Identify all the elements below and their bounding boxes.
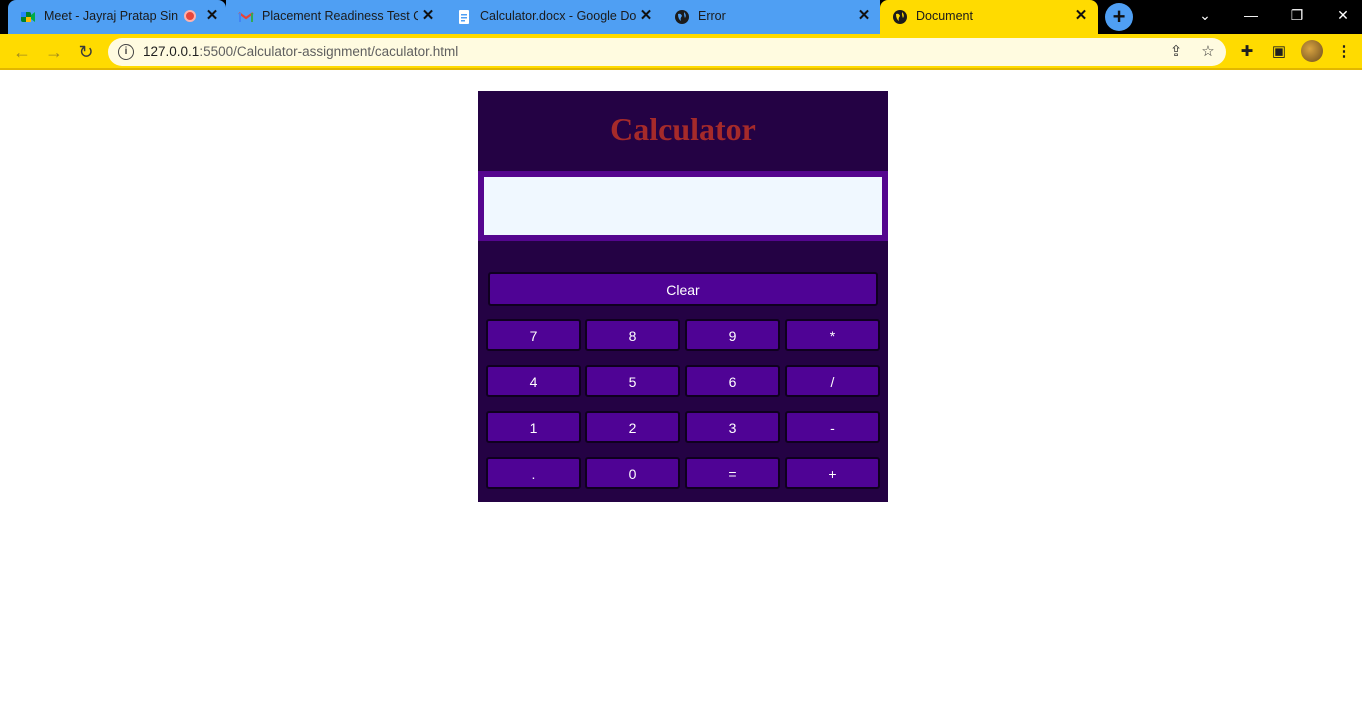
side-panel-icon[interactable]: ▣ xyxy=(1269,42,1289,62)
gmail-icon xyxy=(238,9,254,25)
tab-search-icon[interactable]: ⌄ xyxy=(1190,2,1220,28)
key-3-button[interactable]: 3 xyxy=(685,411,780,443)
key-6-button[interactable]: 6 xyxy=(685,365,780,397)
reload-icon[interactable]: ↻ xyxy=(72,38,100,66)
clear-button[interactable]: Clear xyxy=(488,272,878,306)
docs-icon xyxy=(456,9,472,25)
close-tab-icon[interactable]: ✕ xyxy=(1073,8,1089,24)
globe-icon xyxy=(674,9,690,25)
tab-document[interactable]: Document ✕ xyxy=(880,0,1098,34)
browser-toolbar: ← → ↻ i 127.0.0.1:5500/Calculator-assign… xyxy=(0,34,1362,70)
calculator-title: Calculator xyxy=(610,111,756,147)
tab-title: Placement Readiness Test Qu xyxy=(262,9,418,23)
close-tab-icon[interactable]: ✕ xyxy=(856,8,872,24)
tab-strip: Meet - Jayraj Pratap Singh ✕ Placement R… xyxy=(0,0,1362,34)
key-decimal-button[interactable]: . xyxy=(486,457,581,489)
close-tab-icon[interactable]: ✕ xyxy=(420,8,436,24)
key-subtract-button[interactable]: - xyxy=(785,411,880,443)
key-8-button[interactable]: 8 xyxy=(585,319,680,351)
close-tab-icon[interactable]: ✕ xyxy=(204,8,220,24)
restore-icon[interactable]: ❐ xyxy=(1282,2,1312,28)
extensions-puzzle-icon[interactable]: ✚ xyxy=(1237,42,1257,62)
tab-google-docs[interactable]: Calculator.docx - Google Docs ✕ xyxy=(444,0,663,34)
key-2-button[interactable]: 2 xyxy=(585,411,680,443)
back-arrow-icon[interactable]: ← xyxy=(8,38,36,66)
forward-arrow-icon[interactable]: → xyxy=(40,38,68,66)
key-4-button[interactable]: 4 xyxy=(486,365,581,397)
tab-error[interactable]: Error ✕ xyxy=(662,0,880,34)
tab-title: Meet - Jayraj Pratap Singh xyxy=(44,9,178,23)
key-multiply-button[interactable]: * xyxy=(785,319,880,351)
globe-icon xyxy=(892,9,908,25)
tab-title: Calculator.docx - Google Docs xyxy=(480,9,636,23)
tab-title: Document xyxy=(916,9,973,23)
close-tab-icon[interactable]: ✕ xyxy=(638,8,654,24)
calculator-display[interactable] xyxy=(478,171,888,241)
close-window-icon[interactable]: ✕ xyxy=(1328,2,1358,28)
recording-indicator-icon xyxy=(184,10,196,22)
profile-avatar[interactable] xyxy=(1301,40,1323,62)
key-add-button[interactable]: + xyxy=(785,457,880,489)
new-tab-button[interactable]: + xyxy=(1105,3,1133,31)
tab-meet[interactable]: Meet - Jayraj Pratap Singh ✕ xyxy=(8,0,227,34)
key-9-button[interactable]: 9 xyxy=(685,319,780,351)
menu-kebab-icon[interactable]: ⋮ xyxy=(1334,42,1354,62)
key-1-button[interactable]: 1 xyxy=(486,411,581,443)
key-7-button[interactable]: 7 xyxy=(486,319,581,351)
bookmark-star-icon[interactable]: ☆ xyxy=(1198,42,1218,62)
url-host: 127.0.0.1 xyxy=(143,44,200,59)
minimize-icon[interactable]: — xyxy=(1236,2,1266,28)
tab-gmail[interactable]: Placement Readiness Test Qu ✕ xyxy=(226,0,445,34)
address-bar[interactable]: i 127.0.0.1:5500/Calculator-assignment/c… xyxy=(108,38,1226,66)
url-text[interactable]: 127.0.0.1:5500/Calculator-assignment/cac… xyxy=(143,44,458,59)
site-info-icon[interactable]: i xyxy=(118,44,134,60)
share-icon[interactable]: ⇪ xyxy=(1166,42,1186,62)
tab-title: Error xyxy=(698,9,726,23)
url-path: :5500/Calculator-assignment/caculator.ht… xyxy=(199,44,459,59)
calculator-panel: Calculator Clear 7 8 9 * 4 5 6/ 1 2 3-. 0 = + xyxy=(478,91,888,502)
key-5-button[interactable]: 5 xyxy=(585,365,680,397)
key-0-button[interactable]: 0 xyxy=(585,457,680,489)
key-equals-button[interactable]: = xyxy=(685,457,780,489)
google-meet-icon xyxy=(20,9,36,25)
key-divide-button[interactable]: / xyxy=(785,365,880,397)
